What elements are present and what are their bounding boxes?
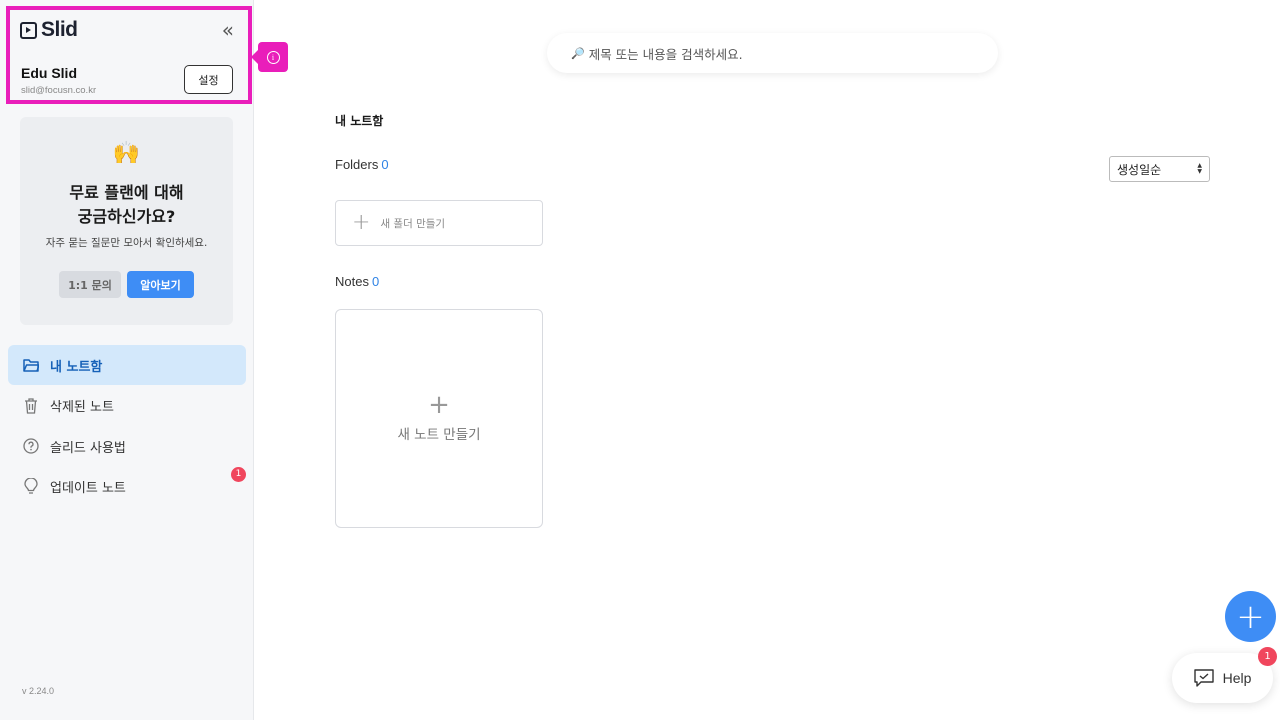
- inquiry-button[interactable]: 1:1 문의: [59, 271, 121, 298]
- new-note-card[interactable]: + 새 노트 만들기: [335, 309, 543, 528]
- new-folder-label: 새 폴더 만들기: [380, 217, 446, 230]
- search-icon: 🔎: [571, 46, 585, 60]
- add-fab-button[interactable]: +: [1225, 591, 1276, 642]
- sidebar-nav: 내 노트함 삭제된 노트 슬리드 사용법 업데이트 노트 1: [8, 345, 246, 507]
- folders-label: Folders: [335, 157, 379, 172]
- new-folder-button[interactable]: + 새 폴더 만들기: [335, 200, 543, 246]
- sidebar-item-label: 내 노트함: [50, 359, 103, 375]
- info-tooltip[interactable]: i: [251, 42, 288, 72]
- folder-icon: [22, 356, 40, 374]
- question-icon: [22, 437, 40, 455]
- info-icon: i: [266, 50, 280, 64]
- sort-select[interactable]: 생성일순 ▲ ▼: [1109, 156, 1210, 182]
- sidebar-item-how-to-use[interactable]: 슬리드 사용법: [8, 426, 246, 466]
- notes-label: Notes: [335, 274, 369, 289]
- logo-text: Slid: [41, 18, 78, 41]
- help-label: Help: [1222, 670, 1252, 686]
- folders-count: 0: [381, 157, 389, 172]
- app: Slid « Edu Slid slid@focusn.co.kr 설정 🙌 무…: [0, 0, 1280, 720]
- sort-value: 생성일순: [1117, 162, 1162, 177]
- raising-hands-icon: 🙌: [112, 141, 141, 166]
- profile-highlight: Slid « Edu Slid slid@focusn.co.kr 설정: [6, 6, 252, 104]
- user-email: slid@focusn.co.kr: [21, 85, 97, 96]
- sidebar-item-label: 삭제된 노트: [50, 400, 114, 415]
- notes-count: 0: [371, 274, 380, 289]
- settings-button[interactable]: 설정: [184, 65, 233, 94]
- plus-icon: +: [352, 210, 371, 235]
- lightbulb-icon: [22, 478, 40, 496]
- search-placeholder: 제목 또는 내용을 검색하세요.: [588, 46, 743, 62]
- new-note-label: 새 노트 만들기: [397, 427, 481, 443]
- help-badge: 1: [1258, 647, 1277, 666]
- promo-buttons: 1:1 문의 알아보기: [20, 271, 233, 298]
- notes-heading: Notes 0: [335, 274, 379, 289]
- select-arrows-icon: ▲ ▼: [1197, 162, 1202, 175]
- sidebar-item-label: 업데이트 노트: [50, 481, 126, 496]
- promo-subtitle: 자주 묻는 질문만 모아서 확인하세요.: [45, 237, 208, 249]
- promo-title-line1: 무료 플랜에 대해: [69, 183, 184, 202]
- chat-icon: [1193, 669, 1214, 687]
- promo-title-line2: 궁금하신가요?: [77, 207, 176, 226]
- update-badge: 1: [231, 466, 246, 482]
- sidebar-item-my-notes[interactable]: 내 노트함: [8, 345, 246, 385]
- sidebar-item-label: 슬리드 사용법: [50, 440, 126, 456]
- sidebar-item-deleted-notes[interactable]: 삭제된 노트: [8, 386, 246, 426]
- sidebar-item-update-notes[interactable]: 업데이트 노트 1: [8, 466, 246, 507]
- user-name: Edu Slid: [21, 65, 77, 81]
- logo[interactable]: Slid: [20, 18, 78, 42]
- plus-icon: +: [428, 390, 450, 420]
- slid-logo-icon: [20, 21, 37, 39]
- search-input[interactable]: 🔎 제목 또는 내용을 검색하세요.: [547, 33, 998, 73]
- collapse-sidebar-icon[interactable]: «: [222, 20, 234, 40]
- trash-icon: [22, 397, 40, 415]
- app-version: v 2.24.0: [22, 686, 55, 696]
- page-title: 내 노트함: [335, 114, 384, 128]
- promo-card: 🙌 무료 플랜에 대해 궁금하신가요? 자주 묻는 질문만 모아서 확인하세요.…: [20, 117, 233, 325]
- folders-heading: Folders 0: [335, 157, 389, 172]
- promo-title: 무료 플랜에 대해 궁금하신가요?: [20, 181, 233, 229]
- help-button[interactable]: Help: [1172, 653, 1273, 703]
- sidebar: Slid « Edu Slid slid@focusn.co.kr 설정 🙌 무…: [0, 0, 254, 720]
- learn-more-button[interactable]: 알아보기: [127, 271, 194, 298]
